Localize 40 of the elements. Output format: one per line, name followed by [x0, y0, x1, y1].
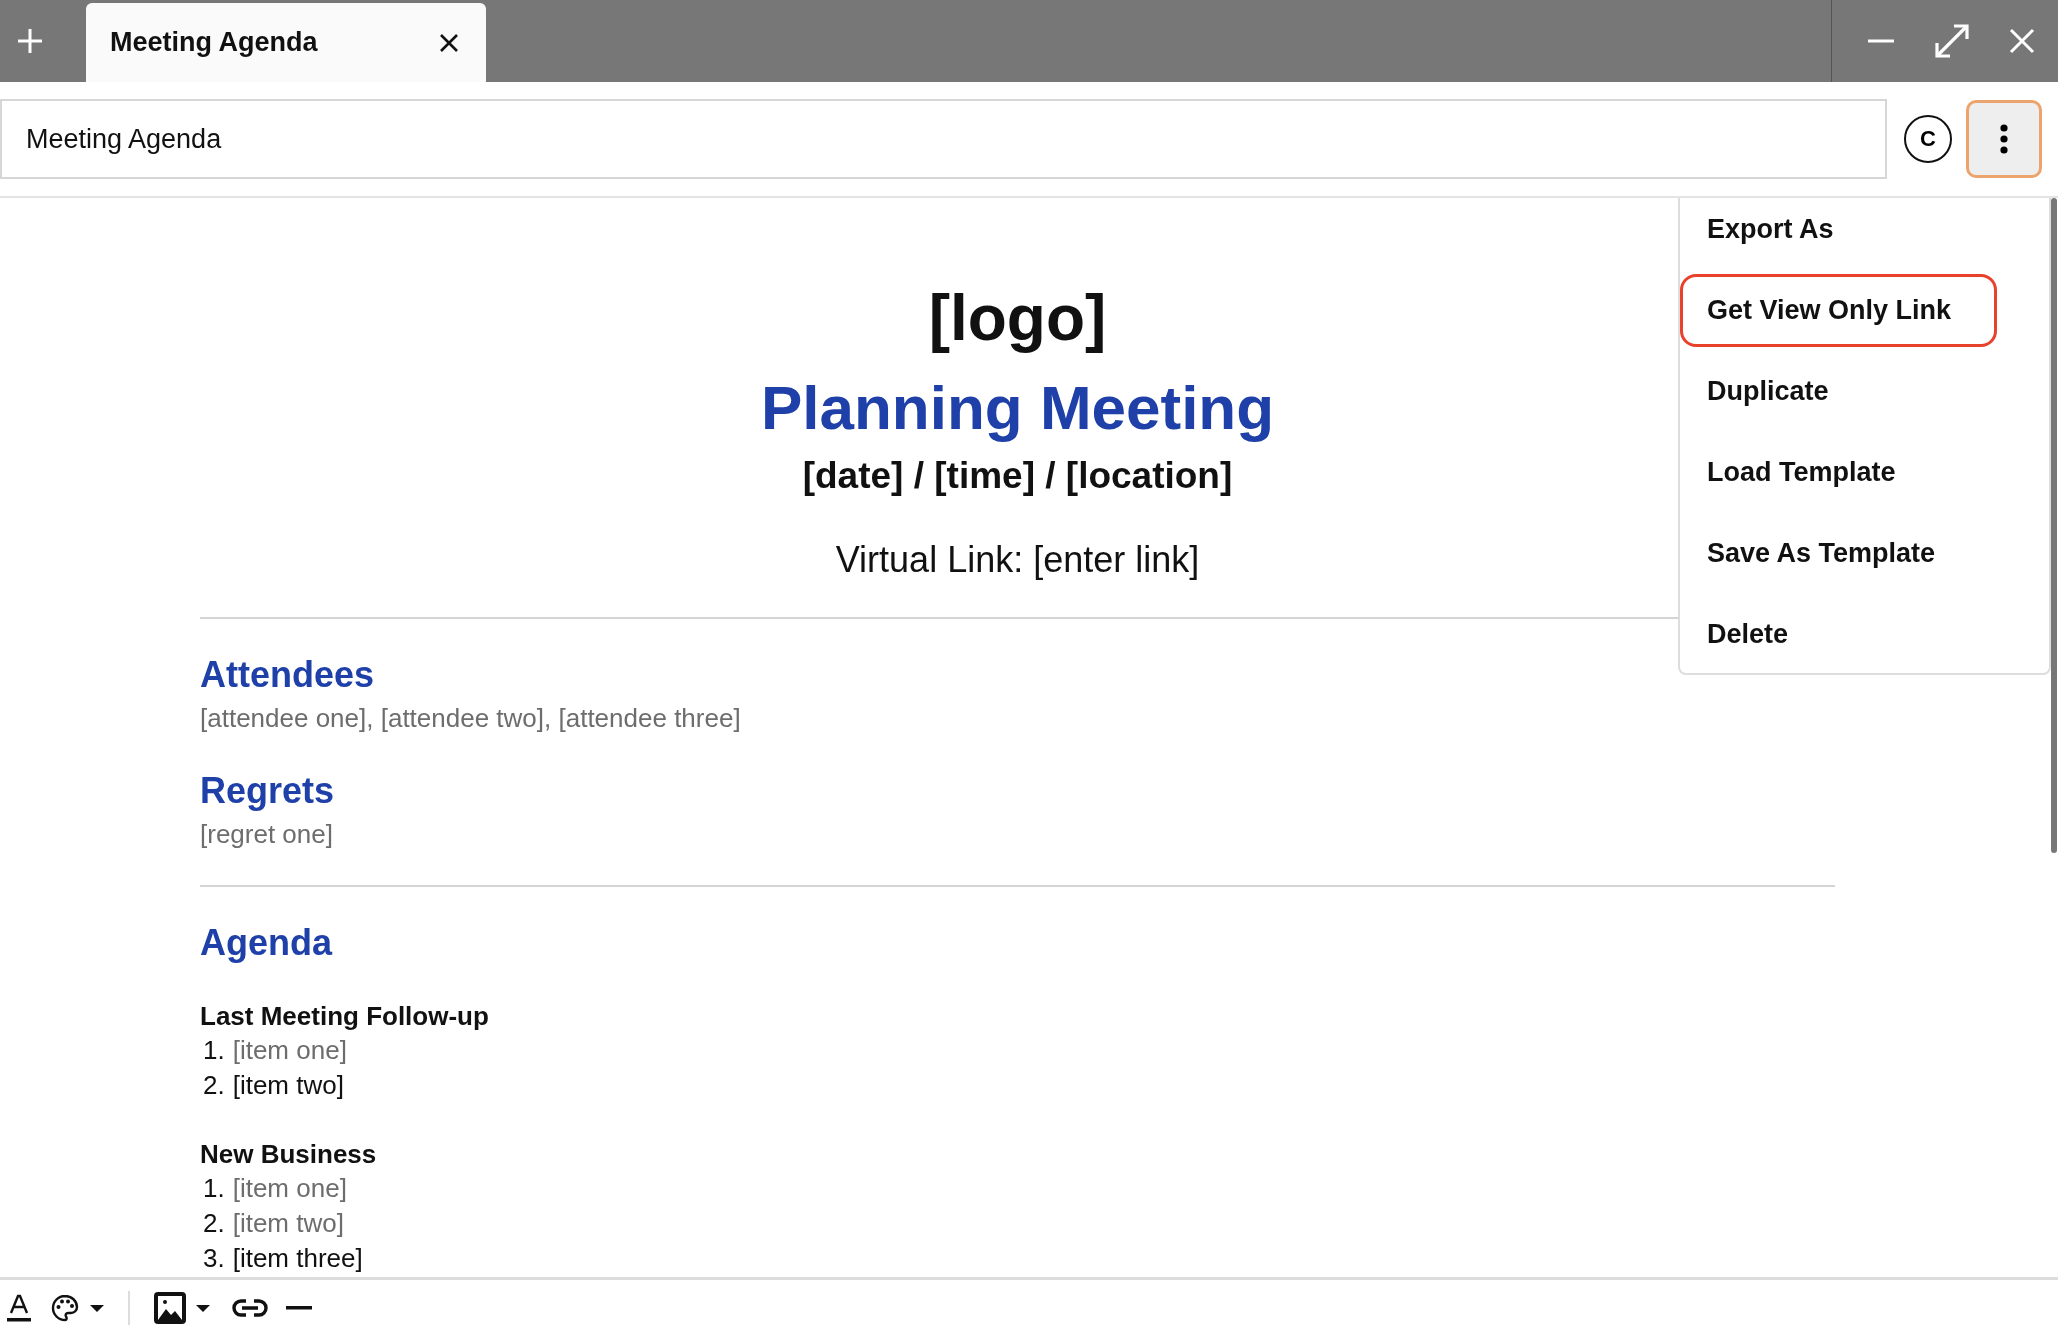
menu-item[interactable]: Get View Only Link: [1680, 274, 1997, 347]
subsection-heading: Last Meeting Follow-up: [200, 1000, 490, 1033]
list-number: 3.: [203, 1242, 225, 1275]
document-title: Planning Meeting: [760, 372, 1275, 444]
list-number: 2.: [203, 1207, 225, 1240]
tab-label: Meeting Agenda: [110, 27, 318, 58]
tab[interactable]: Meeting Agenda: [86, 3, 486, 82]
list-item-text: [item one]: [232, 1172, 347, 1205]
expand-icon[interactable]: [1932, 21, 1972, 61]
list-item-text: [item two]: [232, 1207, 344, 1240]
list-number: 1.: [203, 1172, 225, 1205]
list-number: 2.: [203, 1069, 225, 1102]
link-icon[interactable]: [232, 1298, 268, 1318]
more-vertical-icon: [2000, 124, 2008, 154]
section-text: [regret one]: [200, 818, 333, 851]
menu-item[interactable]: Duplicate: [1680, 355, 1997, 428]
avatar[interactable]: C: [1904, 115, 1952, 163]
close-icon[interactable]: [438, 31, 460, 54]
list-item-text: [item three]: [232, 1242, 363, 1275]
section-heading: Agenda: [200, 921, 334, 965]
subsection-heading: New Business: [200, 1138, 378, 1171]
plus-icon: [15, 26, 45, 56]
date-time-location: [date] / [time] / [location]: [802, 454, 1233, 498]
section-heading: Regrets: [200, 769, 336, 813]
text-color-icon[interactable]: [6, 1293, 32, 1323]
menu-item[interactable]: Save As Template: [1680, 517, 1997, 590]
list-number: 1.: [203, 1034, 225, 1067]
scrollbar[interactable]: [2051, 198, 2057, 853]
section-heading: Attendees: [200, 653, 376, 697]
menu-item[interactable]: Export As: [1680, 198, 1997, 266]
menu-item[interactable]: Delete: [1680, 598, 1997, 671]
virtual-link-text: Virtual Link: [enter link]: [835, 538, 1200, 582]
section-text: [attendee one], [attendee two], [attendee three]: [200, 702, 741, 735]
close-window-icon[interactable]: [2008, 27, 2036, 55]
more-button[interactable]: [1966, 100, 2042, 178]
logo-placeholder-text: [logo]: [928, 281, 1107, 356]
list-item-text: [item one]: [232, 1034, 347, 1067]
title-field[interactable]: Meeting Agenda: [0, 99, 1887, 179]
list-item-text: [item two]: [232, 1069, 344, 1102]
menu-item[interactable]: Load Template: [1680, 436, 1997, 509]
